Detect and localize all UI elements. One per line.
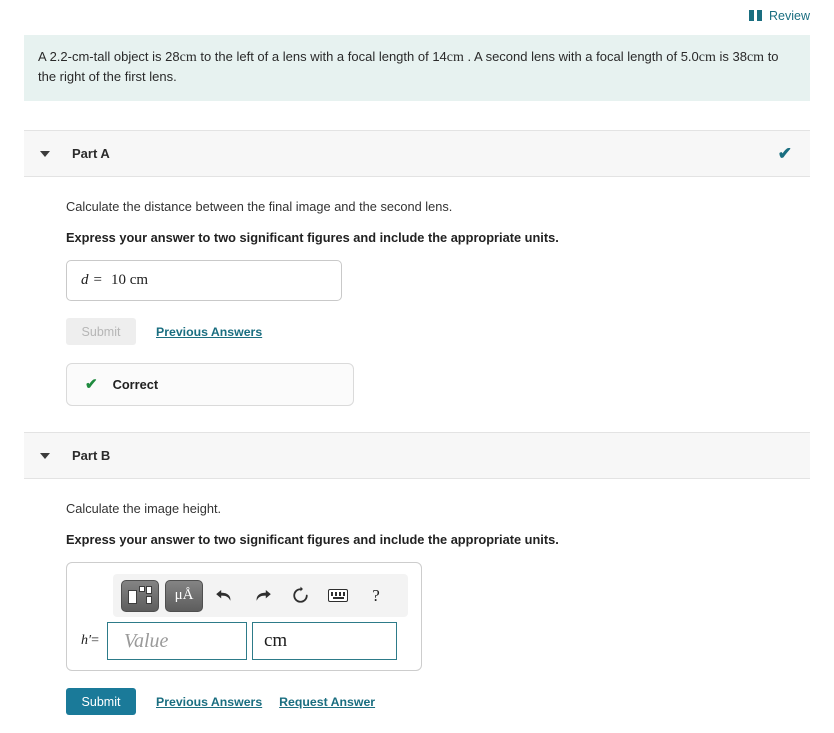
part-a-answer-equals: =	[93, 272, 102, 289]
problem-statement: A 2.2-cm-tall object is 28cm to the left…	[24, 35, 810, 102]
statement-unit-1: cm	[179, 50, 197, 65]
part-a-title: Part A	[72, 146, 110, 162]
math-toolbar: μÅ ?	[113, 574, 408, 618]
part-b-submit-button[interactable]: Submit	[66, 688, 136, 716]
part-b-entry-variable: h′	[81, 633, 92, 649]
part-a-answer-value: 10 cm	[110, 272, 149, 289]
part-b-value-placeholder: Value	[123, 629, 169, 652]
part-b-section: Part B Calculate the image height. Expre…	[24, 432, 810, 733]
statement-run-1: A 2.2-cm-tall object is 28	[38, 49, 180, 64]
part-a-button-row: Submit Previous Answers	[66, 318, 810, 346]
part-a-body: Calculate the distance between the final…	[24, 177, 810, 407]
part-b-header[interactable]: Part B	[24, 432, 810, 480]
part-b-math-entry-widget: μÅ ? h′= Value cm	[66, 562, 422, 672]
undo-icon[interactable]	[209, 582, 239, 610]
problem-page: Review A 2.2-cm-tall object is 28cm to t…	[0, 0, 834, 733]
part-b-previous-answers-link[interactable]: Previous Answers	[156, 695, 262, 709]
part-a-instruction: Express your answer to two significant f…	[66, 230, 559, 246]
part-b-body: Calculate the image height. Express your…	[24, 479, 810, 733]
top-bar: Review	[0, 0, 834, 31]
reset-icon[interactable]	[285, 582, 315, 610]
review-link[interactable]: Review	[749, 9, 810, 23]
part-a-section: Part A ✔ Calculate the distance between …	[24, 130, 810, 407]
part-b-entry-equals: =	[91, 633, 99, 649]
part-b-unit-value: cm	[263, 630, 288, 652]
part-a-status-check-icon: ✔	[777, 144, 792, 164]
part-a-feedback-text: Correct	[112, 377, 159, 393]
part-b-request-answer-link[interactable]: Request Answer	[279, 695, 375, 709]
keyboard-icon[interactable]	[323, 582, 353, 610]
part-b-value-input[interactable]: Value	[106, 622, 247, 661]
part-a-answer-variable: d	[81, 272, 89, 289]
chevron-down-icon[interactable]	[40, 452, 50, 459]
part-b-title: Part B	[72, 448, 111, 464]
part-b-button-row: Submit Previous Answers Request Answer	[66, 688, 810, 716]
statement-run-4: is 38	[715, 49, 747, 64]
book-icon	[749, 10, 762, 21]
part-a-previous-answers-link[interactable]: Previous Answers	[156, 325, 262, 339]
review-label: Review	[769, 8, 810, 23]
part-b-question: Calculate the image height.	[66, 501, 222, 517]
redo-icon[interactable]	[247, 582, 277, 610]
statement-run-3: . A second lens with a focal length of 5…	[463, 49, 699, 64]
statement-unit-2: cm	[446, 50, 464, 65]
chevron-down-icon[interactable]	[40, 150, 50, 157]
part-a-question: Calculate the distance between the final…	[66, 199, 453, 215]
part-a-answer-display[interactable]: d = 10 cm	[66, 260, 342, 302]
statement-unit-4: cm	[746, 50, 765, 65]
part-b-unit-input[interactable]: cm	[251, 622, 397, 661]
part-b-entry-row: h′= Value cm	[75, 622, 413, 661]
check-icon: ✔	[85, 376, 98, 394]
part-b-entry-label: h′=	[81, 633, 99, 649]
part-a-submit-button[interactable]: Submit	[66, 318, 136, 346]
part-a-feedback-correct: ✔ Correct	[66, 363, 354, 407]
statement-run-2: to the left of a lens with a focal lengt…	[196, 49, 447, 64]
template-palette-button[interactable]	[121, 579, 159, 612]
template-palette-icon	[128, 586, 152, 605]
statement-unit-3: cm	[698, 50, 716, 65]
units-button[interactable]: μÅ	[165, 579, 203, 612]
help-icon[interactable]: ?	[361, 582, 391, 610]
part-b-instruction: Express your answer to two significant f…	[66, 532, 559, 548]
part-a-header[interactable]: Part A ✔	[24, 130, 810, 178]
